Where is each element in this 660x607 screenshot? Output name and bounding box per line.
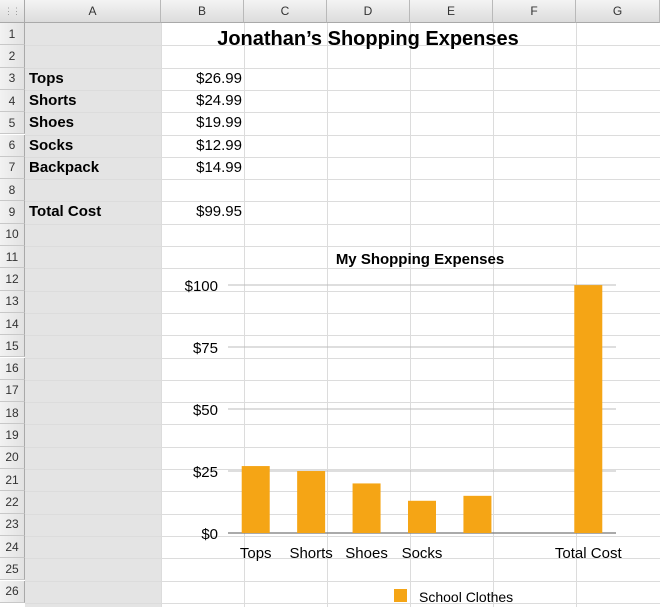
bar: [297, 471, 326, 533]
item-label-tops[interactable]: Tops: [29, 70, 64, 87]
bar: [408, 500, 436, 533]
legend-swatch: [394, 589, 407, 602]
item-label-backpack[interactable]: Backpack: [29, 159, 99, 176]
row-gridline: [25, 67, 660, 69]
row-header-20[interactable]: 20: [0, 446, 25, 469]
x-tick-label: Socks: [402, 545, 443, 562]
row-header-26[interactable]: 26: [0, 580, 25, 603]
sheet-title[interactable]: Jonathan’s Shopping Expenses: [162, 28, 574, 51]
item-price[interactable]: $19.99: [162, 114, 242, 131]
row-header-10[interactable]: 10: [0, 223, 25, 246]
row-header-15[interactable]: 15: [0, 335, 25, 358]
total-cost-value[interactable]: $99.95: [162, 203, 242, 220]
row-header-8[interactable]: 8: [0, 179, 25, 202]
bar: [463, 495, 492, 533]
row-gridline: [25, 201, 660, 203]
row-gridline: [25, 89, 660, 91]
select-all-icon[interactable]: ⋮⋮: [0, 0, 25, 23]
row-header-21[interactable]: 21: [0, 469, 25, 492]
row-gridline: [25, 179, 660, 181]
item-label-shoes[interactable]: Shoes: [29, 114, 74, 131]
row-header-9[interactable]: 9: [0, 201, 25, 224]
row-gridline: [25, 134, 660, 136]
item-price[interactable]: $12.99: [162, 137, 242, 154]
item-label-shorts[interactable]: Shorts: [29, 92, 77, 109]
row-header-5[interactable]: 5: [0, 112, 25, 135]
column-header-f[interactable]: F: [493, 0, 576, 23]
legend-label: School Clothes: [419, 589, 513, 605]
row-header-25[interactable]: 25: [0, 558, 25, 581]
row-header-19[interactable]: 19: [0, 424, 25, 447]
row-header-24[interactable]: 24: [0, 535, 25, 559]
column-header-e[interactable]: E: [410, 0, 493, 23]
chart-title: My Shopping Expenses: [336, 251, 504, 268]
row-header-6[interactable]: 6: [0, 134, 25, 157]
column-header-a[interactable]: A: [25, 0, 161, 23]
row-header-4[interactable]: 4: [0, 89, 25, 113]
row-header-2[interactable]: 2: [0, 45, 25, 68]
y-tick-label: $25: [193, 464, 218, 481]
bar-chart[interactable]: My Shopping Expenses $0 $25 $50 $75 $100 Tops S…: [160, 240, 630, 607]
column-a-fill: [25, 23, 161, 607]
column-header-g[interactable]: G: [576, 0, 660, 23]
row-header-12[interactable]: 12: [0, 268, 25, 291]
row-header-1[interactable]: 1: [0, 23, 25, 46]
row-header-3[interactable]: 3: [0, 67, 25, 90]
row-gridline: [25, 223, 660, 225]
row-header-18[interactable]: 18: [0, 402, 25, 425]
column-header-d[interactable]: D: [327, 0, 410, 23]
x-tick-label: Shoes: [345, 545, 388, 562]
y-tick-label: $0: [201, 526, 218, 543]
item-price[interactable]: $14.99: [162, 159, 242, 176]
column-header-c[interactable]: C: [244, 0, 327, 23]
row-header-7[interactable]: 7: [0, 156, 25, 180]
bar: [241, 466, 270, 533]
row-header-16[interactable]: 16: [0, 357, 25, 380]
column-header-b[interactable]: B: [161, 0, 244, 23]
bar: [574, 285, 603, 533]
row-header-23[interactable]: 23: [0, 513, 25, 536]
y-tick-label: $50: [193, 402, 218, 419]
row-header-13[interactable]: 13: [0, 290, 25, 313]
row-header-14[interactable]: 14: [0, 312, 25, 336]
bar: [352, 483, 381, 533]
y-tick-label: $100: [185, 278, 218, 295]
x-tick-label: Shorts: [289, 545, 332, 562]
x-tick-label: Tops: [240, 545, 272, 562]
item-price[interactable]: $26.99: [162, 70, 242, 87]
x-tick-label: Total Cost: [555, 545, 623, 562]
total-cost-label[interactable]: Total Cost: [29, 203, 101, 220]
row-header-17[interactable]: 17: [0, 379, 25, 403]
row-header-22[interactable]: 22: [0, 491, 25, 514]
row-gridline: [25, 112, 660, 114]
item-label-socks[interactable]: Socks: [29, 137, 73, 154]
row-header-11[interactable]: 11: [0, 246, 25, 269]
row-gridline: [25, 156, 660, 158]
item-price[interactable]: $24.99: [162, 92, 242, 109]
y-tick-label: $75: [193, 340, 218, 357]
